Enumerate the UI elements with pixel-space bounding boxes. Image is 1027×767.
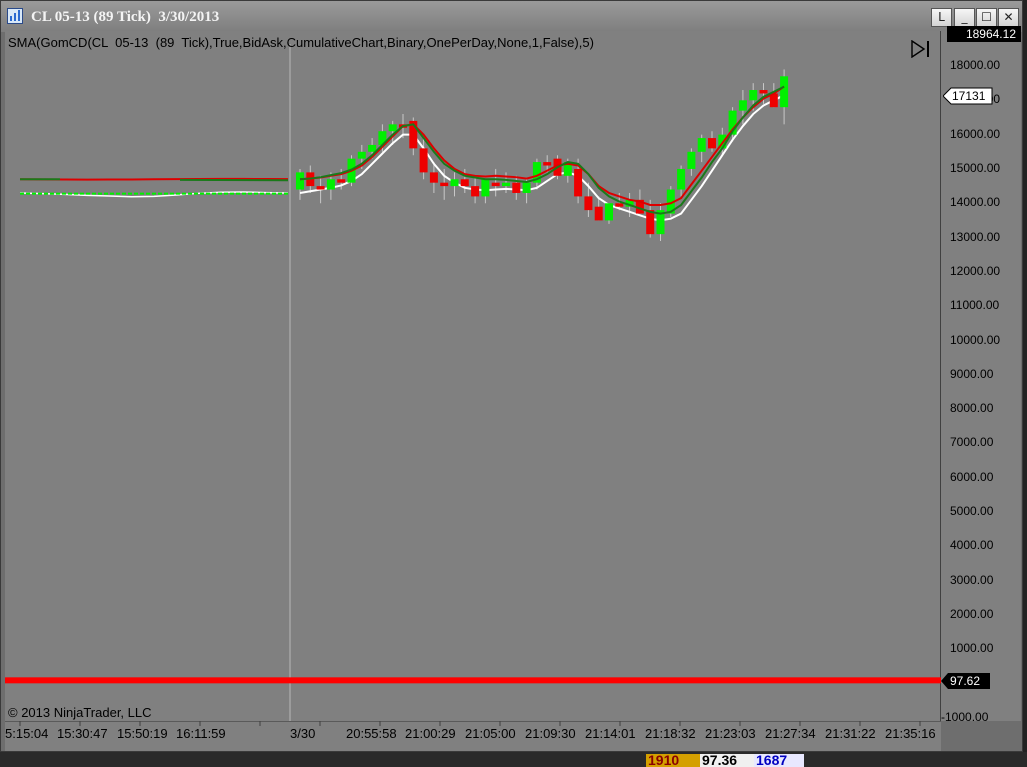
title-bar[interactable]: CL 05-13 (89 Tick) 3/30/2013 L _ ☐ ✕ [1, 1, 1022, 32]
y-tick-label: 1000.00 [950, 641, 994, 656]
last-value-text: 17131 [952, 89, 986, 103]
x-tick-label: 5:15:04 [5, 726, 49, 741]
chart-app-icon [7, 8, 23, 24]
y-tick-label: 14000.00 [950, 195, 1001, 210]
x-tick-label: 21:14:01 [585, 726, 636, 741]
y-tick-label: 18000.00 [950, 58, 1001, 72]
x-tick-label: 21:05:00 [465, 726, 516, 741]
y-tick-label: 7000.00 [950, 435, 994, 450]
y-tick-label: 9000.00 [950, 366, 994, 381]
copyright-text: © 2013 NinjaTrader, LLC [8, 705, 152, 720]
x-tick-label: 15:30:47 [57, 726, 108, 741]
bottom-value-3: 1687 [754, 754, 804, 767]
y-tick-label: -1000.00 [941, 710, 989, 724]
x-tick-label: 21:09:30 [525, 726, 576, 741]
y-tick-label: 5000.00 [950, 504, 994, 519]
y-tick-label: 12000.00 [950, 263, 1001, 278]
x-tick-label: 21:23:03 [705, 726, 756, 741]
y-tick-label: 16000.00 [950, 126, 1001, 141]
y-tick-label: 6000.00 [950, 469, 994, 484]
x-tick-label: 21:27:34 [765, 726, 816, 741]
window-edge [1023, 0, 1027, 752]
maximize-button[interactable]: ☐ [976, 8, 997, 27]
x-tick-label: 15:50:19 [117, 726, 168, 741]
y-tick-label: 8000.00 [950, 401, 994, 416]
y-tick-label: 10000.00 [950, 332, 1001, 347]
x-tick-label: 21:18:32 [645, 726, 696, 741]
x-tick-label: 21:31:22 [825, 726, 876, 741]
y-tick-label: 11000.00 [950, 298, 1000, 313]
y-tick-label: 3000.00 [950, 572, 994, 587]
y-tick-label: 15000.00 [950, 160, 1001, 175]
link-button[interactable]: L [931, 8, 952, 27]
y-max-flag: 18964.12 [947, 26, 1021, 42]
close-button[interactable]: ✕ [998, 8, 1019, 27]
minimize-button[interactable]: _ [954, 8, 975, 27]
x-tick-label: 21:35:16 [885, 726, 936, 741]
bottom-strip [0, 752, 1027, 767]
y-tick-label: 13000.00 [950, 229, 1001, 244]
scroll-to-end-icon[interactable] [910, 40, 932, 58]
x-tick-label: 3/30 [290, 726, 316, 741]
x-tick-label: 16:11:59 [176, 726, 226, 741]
x-tick-label: 21:00:29 [405, 726, 456, 741]
plot-area[interactable] [5, 31, 941, 721]
window-title: CL 05-13 (89 Tick) 3/30/2013 [31, 9, 220, 25]
y-tick-label: 2000.00 [950, 607, 994, 622]
bottom-value-2: 97.36 [700, 754, 756, 767]
price-level-text: 97.62 [950, 674, 981, 688]
x-tick-label: 20:55:58 [346, 726, 397, 741]
indicator-label: SMA(GomCD(CL 05-13 (89 Tick),True,BidAsk… [8, 35, 594, 50]
y-tick-label: 4000.00 [950, 538, 994, 553]
bottom-value-1: 1910 [646, 754, 700, 767]
